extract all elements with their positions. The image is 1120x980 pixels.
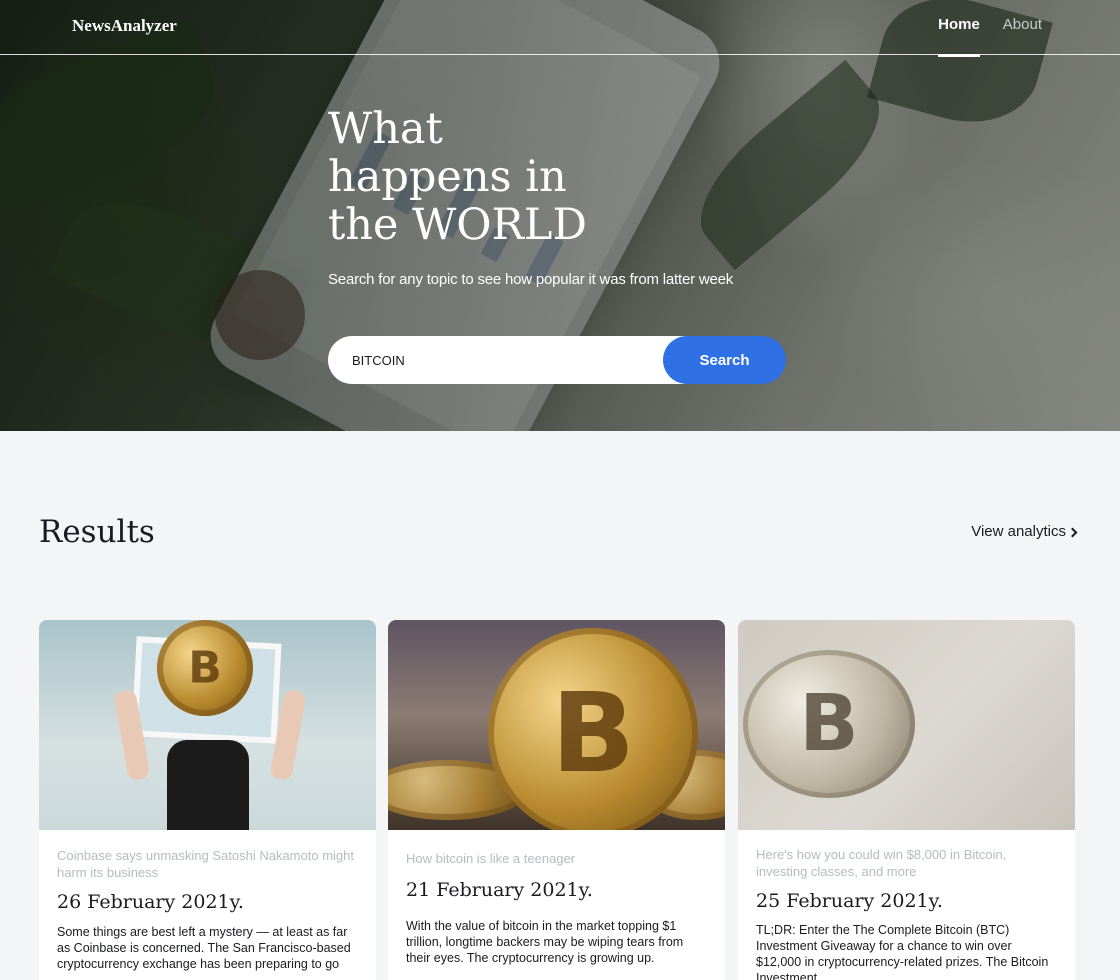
hero-title: What happens in the WORLD — [328, 105, 628, 249]
card-date: 21 February 2021y. — [406, 879, 593, 901]
hero-title-line: happens in — [328, 152, 567, 202]
view-analytics-link[interactable]: View analytics — [971, 523, 1078, 540]
bitcoin-icon: B — [157, 620, 253, 716]
results-title: Results — [39, 514, 155, 550]
card-text: With the value of bitcoin in the market … — [406, 919, 684, 965]
search-input[interactable] — [328, 336, 708, 384]
hero-subtitle: Search for any topic to see how popular … — [328, 271, 734, 288]
news-card[interactable]: B How bitcoin is like a teenager 21 Febr… — [388, 620, 725, 980]
card-text: TL;DR: Enter the The Complete Bitcoin (B… — [756, 923, 1049, 980]
card-source: How bitcoin is like a teenager — [406, 851, 576, 866]
main-nav: Home About — [938, 16, 1042, 57]
person-image — [167, 740, 249, 830]
news-card[interactable]: B Here's how you could win $8,000 in Bit… — [738, 620, 1075, 980]
card-source: Here's how you could win $8,000 in Bitco… — [756, 847, 1007, 879]
card-date: 25 February 2021y. — [756, 890, 943, 912]
card-text: Some things are best left a mystery — at… — [57, 925, 351, 971]
logo[interactable]: NewsAnalyzer — [72, 16, 177, 36]
nav-home[interactable]: Home — [938, 16, 980, 57]
bitcoin-icon: B — [488, 628, 698, 830]
view-analytics-label: View analytics — [971, 523, 1066, 540]
card-date: 26 February 2021y. — [57, 891, 244, 913]
card-source: Coinbase says unmasking Satoshi Nakamoto… — [57, 848, 354, 880]
news-card[interactable]: B Coinbase says unmasking Satoshi Nakamo… — [39, 620, 376, 980]
hero-section: NewsAnalyzer Home About What happens in … — [0, 0, 1120, 431]
nav-about[interactable]: About — [1003, 16, 1042, 55]
search-button[interactable]: Search — [663, 336, 786, 384]
search-form: Search — [328, 336, 786, 384]
site-header: NewsAnalyzer Home About — [0, 0, 1120, 57]
chevron-right-icon — [1067, 527, 1078, 537]
card-body: Here's how you could win $8,000 in Bitco… — [738, 846, 1075, 980]
card-body: Coinbase says unmasking Satoshi Nakamoto… — [39, 847, 376, 972]
card-body: How bitcoin is like a teenager 21 Februa… — [388, 850, 725, 966]
card-image: B — [388, 620, 725, 830]
bitcoin-icon: B — [743, 650, 915, 798]
hero-title-line: the WORLD — [328, 200, 587, 250]
card-image: B — [39, 620, 376, 830]
card-image: B — [738, 620, 1075, 830]
hero-title-line: What — [328, 104, 443, 154]
